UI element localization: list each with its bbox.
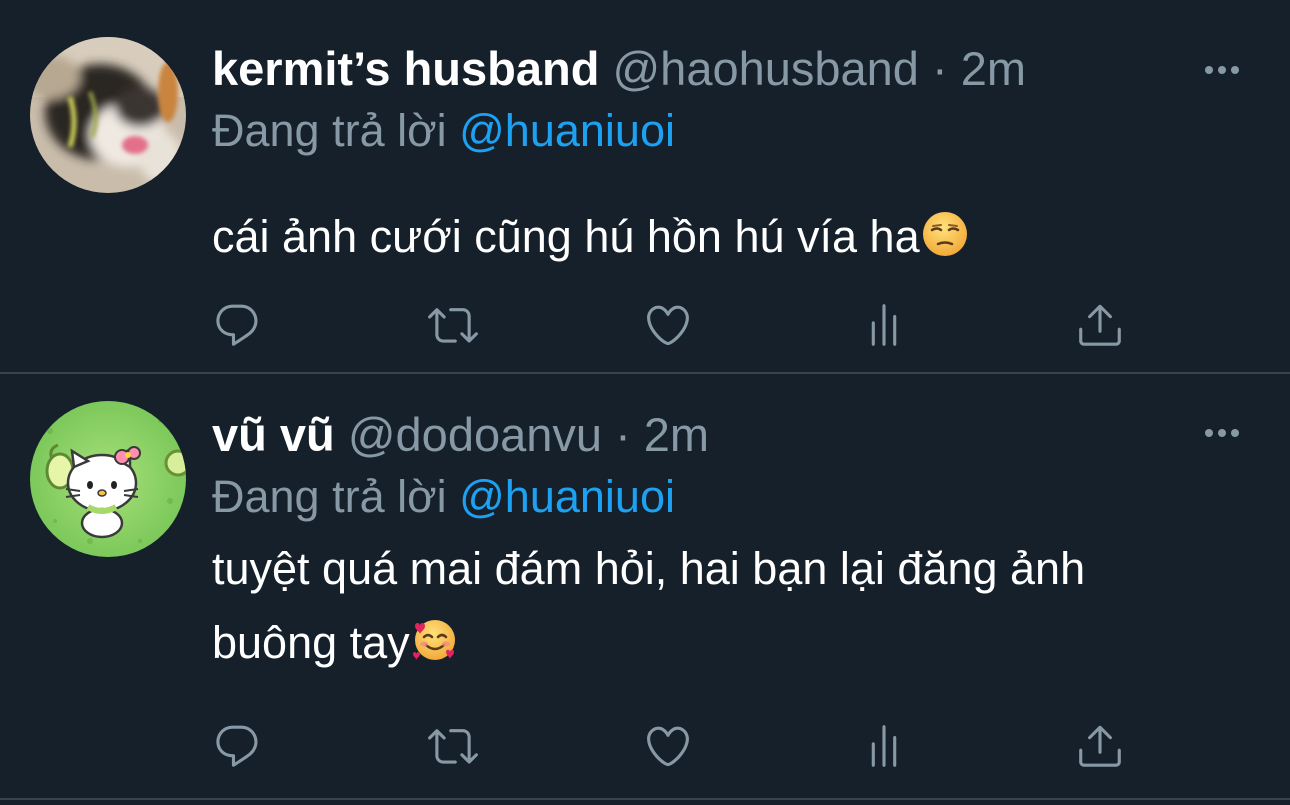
tweet[interactable]: kermit’s husband @haohusband · 2m Đang t… [0,0,1290,374]
display-name[interactable]: vũ vũ [212,408,335,461]
separator-dot: · [615,408,631,461]
timestamp[interactable]: 2m [961,42,1026,95]
heart-icon[interactable] [638,716,698,776]
share-icon[interactable] [1070,716,1130,776]
smiling-face-with-hearts-emoji [412,620,455,660]
tweet-header: vũ vũ @dodoanvu · 2m [212,404,1250,466]
user-handle[interactable]: @dodoanvu [348,408,602,461]
tweet-text: cái ảnh cưới cũng hú hồn hú vía ha [212,200,1250,274]
unamused-face-emoji [922,212,967,256]
tweet-actions [0,295,1290,355]
tweet-actions [0,716,1290,776]
hello-kitty-avatar [30,401,186,557]
replying-to-label: Đang trả lời [212,471,447,522]
avatar[interactable] [30,37,186,193]
share-icon[interactable] [1070,295,1130,355]
tweet-text: tuyệt quá mai đám hỏi, hai bạn lại đăng … [212,532,1172,680]
replying-to-line: Đang trả lời @huaniuoi [212,100,1250,162]
tweet-text-content: cái ảnh cưới cũng hú hồn hú vía ha [212,211,920,262]
reply-icon[interactable] [207,295,267,355]
analytics-icon[interactable] [854,716,914,776]
separator-dot: · [932,42,948,95]
tweet[interactable]: vũ vũ @dodoanvu · 2m Đang trả lời @huani… [0,376,1290,800]
tweet-content: vũ vũ @dodoanvu · 2m Đang trả lời @huani… [212,404,1250,680]
cat-photo-avatar [30,37,186,193]
mention-link[interactable]: @huaniuoi [459,471,675,522]
replying-to-label: Đang trả lời [212,105,447,156]
tweet-header: kermit’s husband @haohusband · 2m [212,38,1250,100]
tweet-text-content: tuyệt quá mai đám hỏi, hai bạn lại đăng … [212,543,1086,668]
reply-icon[interactable] [207,716,267,776]
retweet-icon[interactable] [423,716,483,776]
user-handle[interactable]: @haohusband [612,42,918,95]
heart-icon[interactable] [638,295,698,355]
more-icon[interactable] [1202,63,1242,77]
tweet-content: kermit’s husband @haohusband · 2m Đang t… [212,38,1250,274]
replying-to-line: Đang trả lời @huaniuoi [212,466,1250,528]
mention-link[interactable]: @huaniuoi [459,105,675,156]
analytics-icon[interactable] [854,295,914,355]
reply-feed: kermit’s husband @haohusband · 2m Đang t… [0,0,1290,805]
display-name[interactable]: kermit’s husband [212,42,599,95]
avatar[interactable] [30,401,186,557]
retweet-icon[interactable] [423,295,483,355]
more-icon[interactable] [1202,426,1242,440]
timestamp[interactable]: 2m [644,408,709,461]
